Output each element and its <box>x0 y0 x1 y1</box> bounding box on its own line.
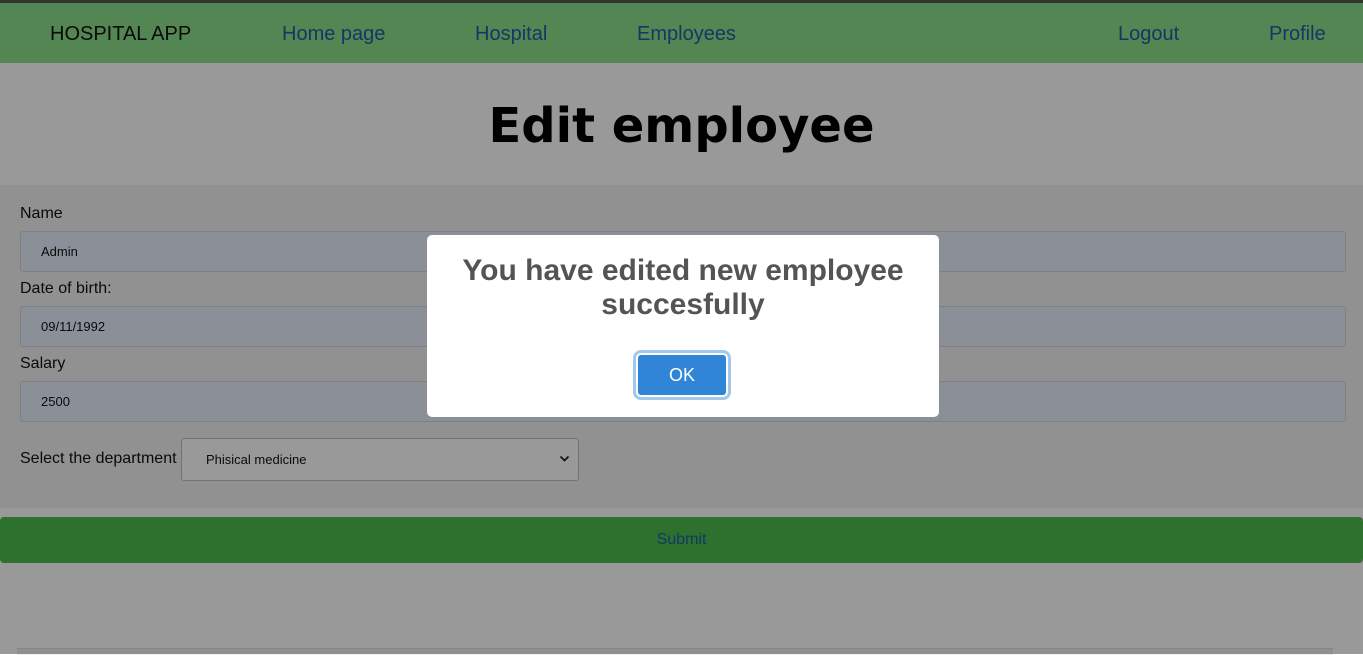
ok-button[interactable]: OK <box>633 350 731 400</box>
success-dialog: You have edited new employee succesfully… <box>427 235 939 417</box>
dialog-message-line-1: You have edited new employee <box>462 254 904 287</box>
dialog-message: You have edited new employee succesfully <box>427 254 939 322</box>
dialog-message-line-2: succesfully <box>601 288 765 321</box>
